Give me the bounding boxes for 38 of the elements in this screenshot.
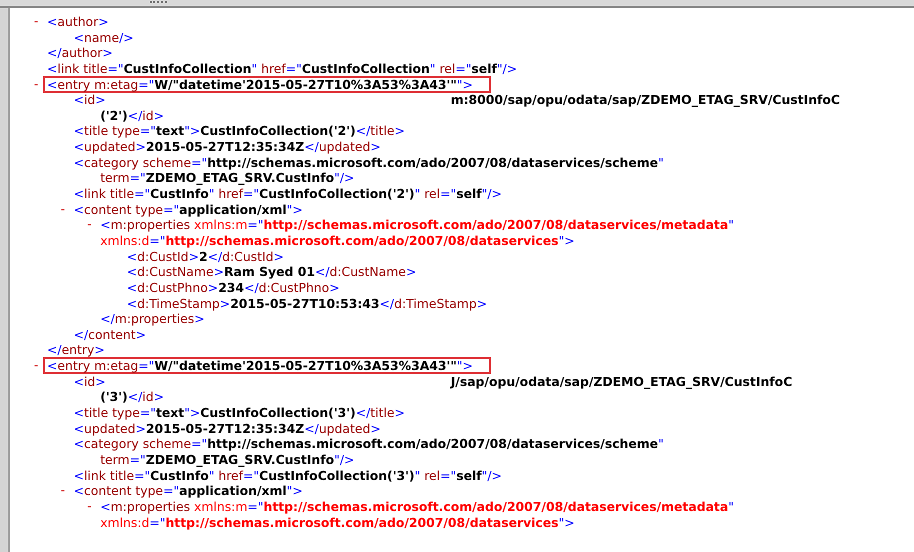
code-line: <d:CustName>Ram Syed 01</d:CustName>	[126, 264, 416, 280]
code-line: <link title="CustInfo" href="CustInfoCollection('3')" rel="self"/>	[74, 468, 502, 484]
code-line: <content type="application/xml">	[74, 483, 303, 499]
code-line: </m:properties>	[100, 311, 205, 327]
code-line: <content type="application/xml">	[74, 202, 303, 218]
code-line: <title type="text">CustInfoCollection('3')</title>	[74, 405, 405, 421]
code-line: <d:CustPhno>234</d:CustPhno>	[126, 280, 340, 296]
collapse-toggle[interactable]: -	[60, 483, 74, 499]
code-line: <category scheme="http://schemas.microsoft.com/ado/2007/08/dataservices/scheme"	[74, 436, 664, 452]
code-line: <author>	[47, 14, 109, 30]
code-line: <category scheme="http://schemas.microsoft.com/ado/2007/08/dataservices/scheme"	[74, 154, 664, 170]
grip-icon	[150, 1, 167, 5]
code-line: <updated>2015-05-27T12:35:34Z</updated>	[74, 420, 381, 436]
code-line: xmlns:d="http://schemas.microsoft.com/ado/2007/08/dataservices">	[100, 232, 575, 249]
code-line: <m:properties xmlns:m="http://schemas.microsoft.com/ado/2007/08/dataservices/metadata"	[100, 217, 734, 233]
code-line: <updated>2015-05-27T12:35:34Z</updated>	[74, 139, 381, 155]
code-line: <m:properties xmlns:m="http://schemas.microsoft.com/ado/2007/08/dataservices/metadata"	[100, 498, 734, 515]
code-line: </entry>	[47, 342, 105, 358]
code-line: </author>	[47, 45, 113, 61]
code-line: <title type="text">CustInfoCollection('2')</title>	[74, 123, 405, 140]
collapse-toggle[interactable]: -	[87, 217, 100, 233]
code-line: term="ZDEMO_ETAG_SRV.CustInfo"/>	[100, 452, 354, 468]
code-line: xmlns:d="http://schemas.microsoft.com/ado/2007/08/dataservices">	[100, 514, 575, 530]
code-line: <link title="CustInfo" href="CustInfoCollection('2')" rel="self"/>	[74, 186, 502, 202]
code-line: <link title="CustInfoCollection" href="CustInfoCollection" rel="self"/>	[47, 60, 518, 77]
splitter-bar[interactable]	[0, 0, 914, 8]
code-line: ('2')</id>	[100, 108, 164, 124]
collapse-toggle[interactable]: -	[87, 498, 100, 515]
code-line: ('3')</id>	[100, 389, 164, 406]
code-line: term="ZDEMO_ETAG_SRV.CustInfo"/>	[100, 170, 354, 186]
code-line: <name/>	[74, 30, 134, 46]
code-line: <id> J/sap/opu/odata/sap/ZDEMO_ETAG_SRV/CustInfoC	[74, 374, 792, 390]
code-line: <id> m:8000/sap/opu/odata/sap/ZDEMO_ETAG_SRV/CustInfoC	[74, 92, 840, 108]
collapse-toggle[interactable]: -	[34, 14, 47, 30]
collapse-toggle[interactable]: -	[60, 202, 74, 218]
code-line: <d:CustId>2</d:CustId>	[126, 248, 284, 264]
code-line: <d:TimeStamp>2015-05-27T10:53:43</d:TimeStamp>	[126, 296, 488, 312]
code-line: </content>	[74, 326, 146, 342]
